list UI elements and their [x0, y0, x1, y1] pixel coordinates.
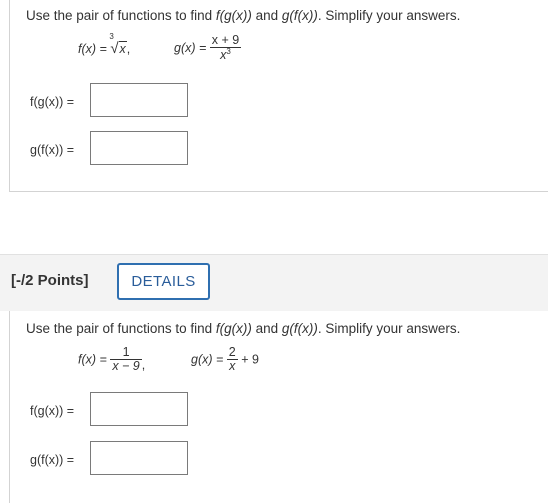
points-label: [-/2 Points] [11, 272, 89, 289]
root-symbol: √ [110, 40, 119, 57]
details-button[interactable]: DETAILS [117, 263, 210, 300]
instruction-text: Use the pair of functions to find [26, 8, 216, 23]
f-denominator: x − 9 [112, 359, 140, 374]
g-lhs: g(x) = [191, 352, 224, 367]
g-fraction: 2 x [226, 345, 238, 374]
question-2-g-definition: g(x) = 2 x + 9 [191, 345, 259, 374]
g-fraction: x + 9 x3 [209, 33, 242, 62]
gf-answer-input[interactable] [90, 131, 188, 165]
instruction-suffix: . Simplify your answers. [317, 8, 461, 23]
instruction-and: and [251, 321, 282, 336]
question-2-instruction: Use the pair of functions to find f(g(x)… [26, 321, 460, 336]
gf-answer-input[interactable] [90, 441, 188, 475]
f-comma: , [141, 357, 146, 372]
instruction-text: Use the pair of functions to find [26, 321, 216, 336]
question-2-f-definition: f(x) = 1 x − 9 , [78, 345, 146, 374]
f-lhs: f(x) = [78, 42, 107, 56]
question-1-g-definition: g(x) = x + 9 x3 [174, 33, 242, 62]
instruction-fg: f(g(x)) [215, 321, 252, 336]
gf-label: g(f(x)) = [30, 143, 75, 157]
f-lhs: f(x) = [78, 352, 107, 367]
g-lhs: g(x) = [174, 41, 207, 56]
question-1-instruction: Use the pair of functions to find f(g(x)… [26, 8, 460, 23]
fg-label: f(g(x)) = [30, 404, 75, 418]
f-comma: , [126, 42, 131, 56]
fg-answer-input[interactable] [90, 83, 188, 117]
fg-label: f(g(x)) = [30, 95, 75, 109]
question-1-f-definition: f(x) = 3 √x, [78, 32, 131, 57]
g-denominator-exponent: 3 [226, 47, 231, 57]
g-numerator: x + 9 [209, 33, 242, 49]
g-numerator: 2 [226, 345, 238, 361]
instruction-suffix: . Simplify your answers. [317, 321, 461, 336]
g-denominator: x [229, 359, 236, 374]
instruction-gf: g(f(x)) [281, 321, 318, 336]
f-fraction: 1 x − 9 [110, 345, 142, 374]
instruction-gf: g(f(x)) [281, 8, 318, 23]
g-tail: + 9 [241, 352, 259, 367]
f-numerator: 1 [110, 345, 142, 361]
gf-label: g(f(x)) = [30, 453, 75, 467]
root-radicand: x [118, 41, 127, 56]
root-index: 3 [109, 32, 114, 41]
fg-answer-input[interactable] [90, 392, 188, 426]
instruction-fg: f(g(x)) [215, 8, 252, 23]
instruction-and: and [251, 8, 282, 23]
cube-root: 3 √x [109, 32, 127, 57]
